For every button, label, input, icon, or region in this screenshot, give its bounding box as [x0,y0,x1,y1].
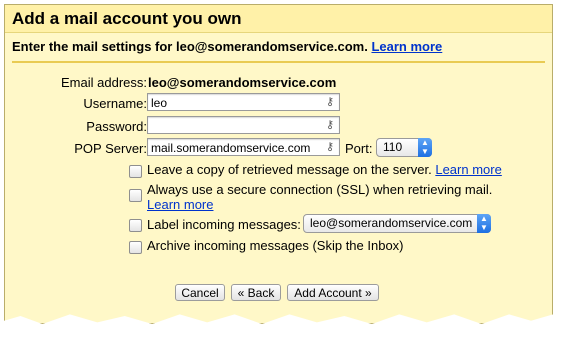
pop-server-label: POP Server: [74,141,147,156]
key-icon[interactable]: ⚷ [323,119,337,131]
pop-server-input[interactable]: mail.somerandomservice.com ⚷ [147,138,340,156]
up-down-arrows-icon: ▲ ▼ [477,214,491,233]
username-input[interactable]: leo ⚷ [147,93,340,111]
ssl-label: Always use a secure connection (SSL) whe… [147,182,493,197]
back-button[interactable]: « Back [231,284,281,301]
port-label: Port: [345,141,373,156]
username-value: leo [151,96,168,110]
settings-header: Enter the mail settings for leo@somerand… [12,39,545,63]
leave-copy-learn-more-link[interactable]: Learn more [435,162,501,177]
up-down-arrows-icon: ▲ ▼ [418,138,432,157]
dialog-title-bar: Add a mail account you own [5,5,552,33]
password-input[interactable]: ⚷ [147,116,340,134]
ssl-option: Always use a secure connection (SSL) whe… [147,182,517,212]
ssl-learn-more-link[interactable]: Learn more [147,197,213,212]
username-label: Username: [83,96,147,111]
archive-checkbox[interactable] [129,241,142,254]
cancel-button[interactable]: Cancel [175,284,225,301]
ssl-checkbox[interactable] [129,189,142,202]
label-incoming-select-value: leo@somerandomservice.com [310,216,473,230]
add-mail-account-dialog: Add a mail account you own Enter the mai… [4,4,553,324]
password-label: Password: [86,119,147,134]
header-learn-more-link[interactable]: Learn more [371,39,442,54]
leave-copy-label: Leave a copy of retrieved message on the… [147,162,432,177]
dialog-title: Add a mail account you own [12,9,242,28]
add-account-button[interactable]: Add Account » [287,284,379,301]
label-incoming-select[interactable]: leo@somerandomservice.com ▲ ▼ [303,214,491,233]
key-icon[interactable]: ⚷ [323,141,337,153]
email-address-value: leo@somerandomservice.com [148,75,337,90]
pop-server-value: mail.somerandomservice.com [151,141,311,155]
settings-header-text: Enter the mail settings for leo@somerand… [12,39,368,54]
port-select[interactable]: 110 ▲ ▼ [376,138,432,157]
leave-copy-option: Leave a copy of retrieved message on the… [147,162,502,177]
email-address-label: Email address: [61,75,147,90]
leave-copy-checkbox[interactable] [129,165,142,178]
port-value: 110 [383,140,403,154]
archive-label: Archive incoming messages (Skip the Inbo… [147,238,404,253]
key-icon[interactable]: ⚷ [323,96,337,108]
label-incoming-label: Label incoming messages: [147,217,301,232]
label-incoming-checkbox[interactable] [129,219,142,232]
